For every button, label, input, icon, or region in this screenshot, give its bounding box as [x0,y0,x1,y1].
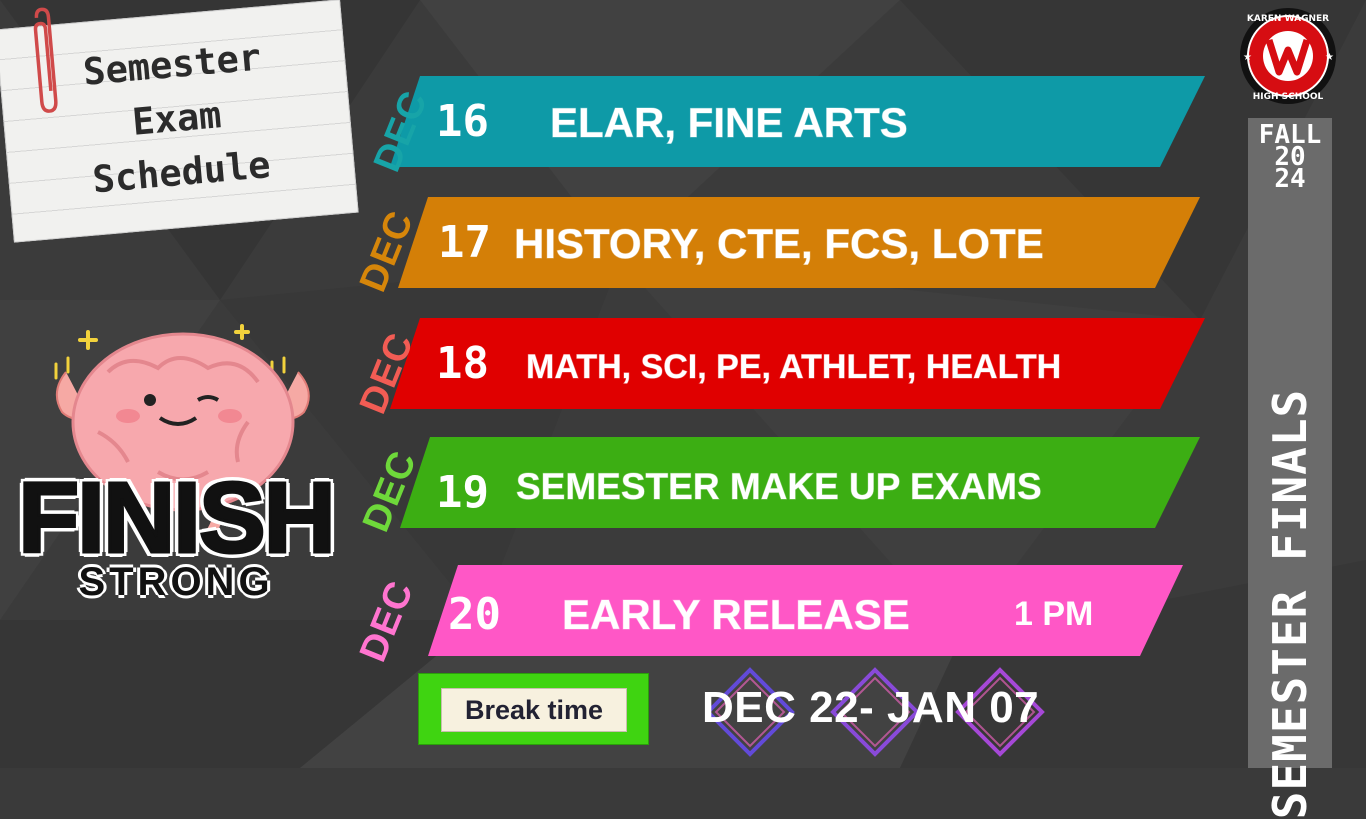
day-number: 17 [438,217,491,268]
seal-top-text: KAREN WAGNER [1247,14,1329,24]
exam-row-dec-20: 20 EARLY RELEASE 1 PM [428,565,1183,656]
break-dates: DEC 22- JAN 07 [702,683,1040,732]
day-number: 20 [448,589,501,640]
day-number: 19 [436,467,489,518]
year-bottom-text: 24 [1274,164,1306,194]
subjects-label: ELAR, FINE ARTS [550,99,909,146]
day-number: 16 [436,96,489,147]
exam-row-dec-16: 16 ELAR, FINE ARTS [390,76,1205,167]
fall-year-label: FALL 20 24 [1248,122,1332,194]
finish-strong-logo: FINISH STRONG [6,462,346,605]
svg-text:★: ★ [1243,52,1252,63]
time-label: 1 PM [1014,595,1094,633]
subjects-label: MATH, SCI, PE, ATHLET, HEALTH [525,348,1062,387]
finish-text: FINISH [17,462,338,574]
seal-bottom-text: HIGH SCHOOL [1253,92,1324,102]
exam-row-dec-17: 17 HISTORY, CTE, FCS, LOTE [398,197,1200,288]
break-time-label: Break time [441,688,627,732]
semester-finals-sidebar: FALL 20 24 SEMESTER FINALS [1248,118,1332,819]
break-time-badge: Break time [418,673,649,745]
svg-text:★: ★ [1325,52,1334,63]
exam-row-dec-19: 19 SEMESTER MAKE UP EXAMS [400,437,1200,528]
semester-finals-vertical-title: SEMESTER FINALS [1263,388,1317,819]
subjects-label: SEMESTER MAKE UP EXAMS [516,466,1043,508]
strong-text: STRONG [78,560,274,604]
school-seal-logo: KAREN WAGNER HIGH SCHOOL ★ ★ [1240,8,1336,104]
day-number: 18 [436,338,489,389]
schedule-note-card: Semester Exam Schedule [0,0,359,243]
subjects-label: HISTORY, CTE, FCS, LOTE [514,220,1045,267]
subjects-label: EARLY RELEASE [562,591,911,638]
exam-row-dec-18: 18 MATH, SCI, PE, ATHLET, HEALTH [390,318,1205,409]
